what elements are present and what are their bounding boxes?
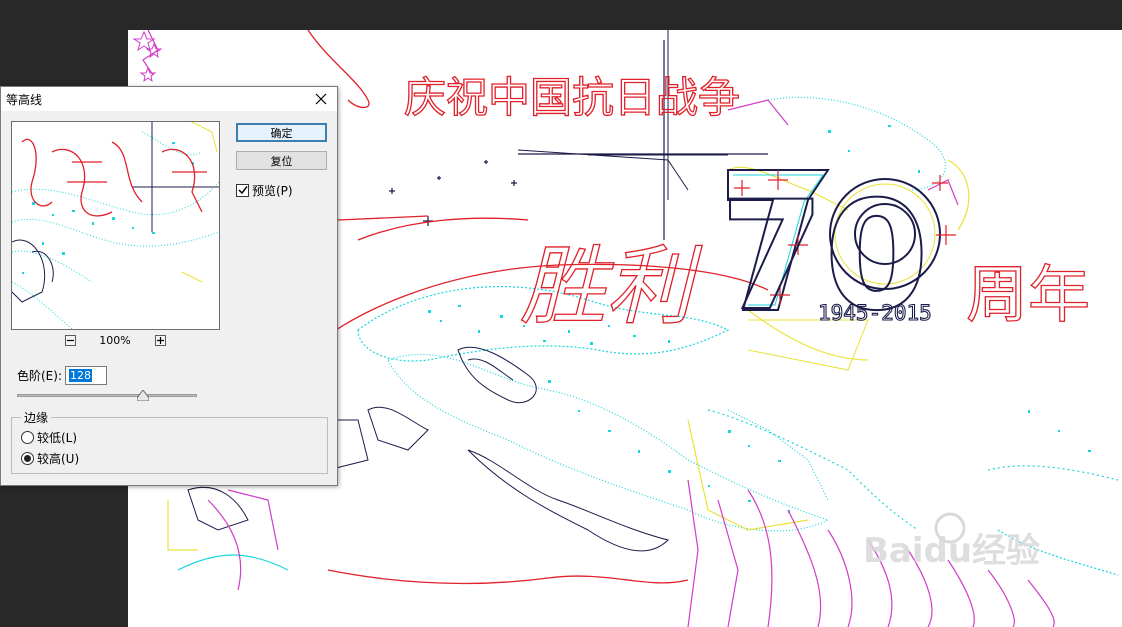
dialog-titlebar[interactable]: 等高线 — [1, 87, 337, 111]
radio-selected-dot — [24, 454, 31, 462]
dialog-title: 等高线 — [6, 93, 43, 107]
edge-group-title: 边缘 — [21, 409, 52, 426]
close-button[interactable] — [311, 89, 331, 109]
photoshop-workspace: 庆祝中国抗日战争 胜利 70 周年 1945-2015 Baidu经验 等高线 — [0, 0, 1122, 627]
star-sparkles — [389, 40, 768, 240]
contour-dialog: 等高线 100% 确定 复位 预览(P) 色阶(E): 128 边缘 较低(L)… — [0, 86, 338, 486]
anniversary-word: 周年 — [966, 258, 1090, 331]
level-row: 色阶(E): 128 — [17, 365, 107, 385]
watermark-text: Baidu经验 — [863, 531, 1040, 571]
zoom-controls: 100% — [65, 333, 169, 349]
edge-high-option[interactable]: 较高(U) — [21, 450, 79, 466]
ok-button[interactable]: 确定 — [236, 123, 327, 142]
baidu-watermark: Baidu经验 — [863, 512, 1040, 571]
zoom-level: 100% — [99, 334, 131, 347]
edge-high-radio[interactable] — [21, 451, 34, 465]
level-label: 色阶(E): — [17, 368, 62, 383]
headline-text: 庆祝中国抗日战争 — [404, 73, 740, 122]
preview-checkbox[interactable] — [236, 183, 249, 197]
edge-low-label: 较低(L) — [37, 430, 78, 445]
filter-preview[interactable] — [11, 121, 220, 330]
reset-button[interactable]: 复位 — [236, 151, 327, 170]
level-slider[interactable] — [17, 389, 197, 401]
close-icon — [315, 93, 327, 105]
edge-low-option[interactable]: 较低(L) — [21, 429, 77, 445]
preview-thumbnail — [12, 122, 219, 329]
level-value: 128 — [69, 368, 92, 382]
preview-toggle[interactable]: 预览(P) — [236, 182, 293, 198]
edge-low-radio[interactable] — [21, 430, 34, 444]
years-text: 1945-2015 — [818, 301, 932, 325]
minus-icon — [67, 339, 74, 342]
zoom-in-button[interactable] — [155, 335, 166, 346]
slider-track — [17, 394, 197, 397]
checkmark-icon — [237, 186, 248, 195]
slider-thumb-icon[interactable] — [137, 390, 149, 401]
plus-icon — [157, 337, 164, 344]
victory-text: 胜利 — [520, 237, 703, 337]
level-input[interactable]: 128 — [65, 365, 107, 385]
edge-high-label: 较高(U) — [37, 451, 80, 466]
zoom-out-button[interactable] — [65, 335, 76, 346]
preview-label: 预览(P) — [252, 183, 293, 198]
